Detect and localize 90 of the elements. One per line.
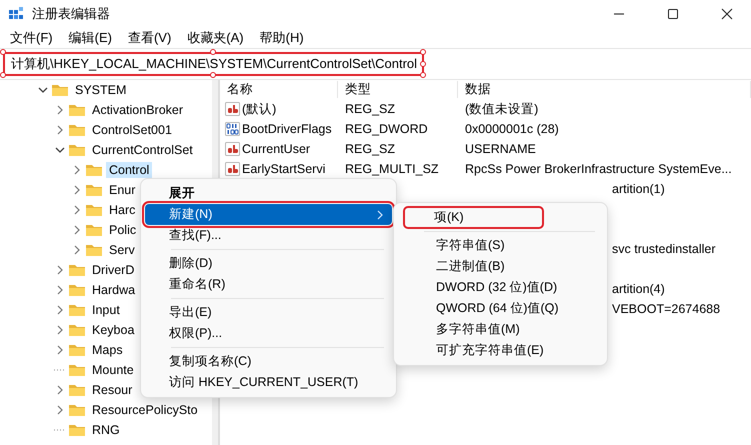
menu-item[interactable]: 帮助(H)	[252, 29, 312, 47]
folder-icon	[85, 183, 103, 197]
menu-item[interactable]: 删除(D)	[145, 253, 392, 274]
app-icon	[8, 6, 24, 22]
tree-item[interactable]: Serv	[106, 242, 138, 258]
folder-icon	[68, 263, 86, 277]
folder-icon	[68, 303, 86, 317]
tree-item[interactable]: Keyboa	[89, 322, 138, 338]
tree-item[interactable]: ControlSet001	[89, 122, 175, 138]
folder-icon	[68, 403, 86, 417]
menu-item[interactable]: 字符串值(S)	[398, 235, 603, 256]
tree-item[interactable]: Resour	[89, 382, 136, 398]
value-data: RpcSs Power BrokerInfrastructure SystemEve...	[464, 162, 733, 176]
value-data: (数值未设置)	[464, 100, 540, 118]
folder-icon	[68, 363, 86, 377]
address-bar[interactable]: 计算机\HKEY_LOCAL_MACHINE\SYSTEM\CurrentControlSet\Control	[0, 48, 751, 80]
menu-item[interactable]: DWORD (32 位)值(D)	[398, 277, 603, 298]
menu-item[interactable]: 项(K)	[404, 207, 543, 228]
folder-icon	[85, 203, 103, 217]
folder-icon	[85, 243, 103, 257]
tree-item[interactable]: Maps	[89, 342, 126, 358]
tree-item[interactable]: Mounte	[89, 362, 137, 378]
folder-icon	[68, 423, 86, 437]
folder-icon	[68, 143, 86, 157]
tree-item[interactable]: Harc	[106, 202, 138, 218]
value-name[interactable]: EarlyStartServi	[242, 162, 326, 176]
string-value-icon	[225, 102, 240, 116]
tree-item[interactable]: Enur	[106, 182, 138, 198]
folder-icon	[68, 103, 86, 117]
folder-icon	[68, 283, 86, 297]
tree-item[interactable]: Polic	[106, 222, 140, 238]
value-data: artition(1)	[612, 182, 665, 196]
tree-item[interactable]: Input	[89, 302, 123, 318]
menu-item[interactable]: 编辑(E)	[60, 29, 120, 47]
value-name[interactable]: BootDriverFlags	[242, 122, 332, 136]
tree-item[interactable]: ResourcePolicySto	[89, 402, 201, 418]
binary-value-icon	[225, 122, 240, 136]
tree-item[interactable]: SYSTEM	[72, 82, 130, 98]
value-type: REG_MULTI_SZ	[344, 162, 440, 176]
value-name[interactable]: (默认)	[242, 100, 276, 118]
tree-item[interactable]: Control	[106, 162, 152, 178]
folder-icon	[68, 123, 86, 137]
column-header[interactable]: 类型	[338, 81, 458, 98]
value-data: artition(4)	[612, 282, 665, 296]
folder-icon	[68, 383, 86, 397]
tree-item[interactable]: RNG	[89, 422, 123, 438]
value-type: REG_DWORD	[344, 122, 429, 136]
menu-item[interactable]: 二进制值(B)	[398, 256, 603, 277]
value-type: REG_SZ	[344, 142, 396, 156]
selection-handle[interactable]	[210, 72, 216, 78]
string-value-icon	[225, 162, 240, 176]
menu-item[interactable]: 收藏夹(A)	[179, 29, 252, 47]
folder-icon	[51, 83, 69, 97]
selection-handle[interactable]	[210, 49, 216, 55]
maximize-icon[interactable]	[667, 8, 679, 20]
menu-item[interactable]: 查找(F)...	[145, 225, 392, 246]
folder-icon	[85, 163, 103, 177]
value-data: USERNAME	[464, 142, 537, 156]
menu-item[interactable]: 多字符串值(M)	[398, 319, 603, 340]
tree-item[interactable]: DriverD	[89, 262, 138, 278]
menu-item[interactable]: 复制项名称(C)	[145, 351, 392, 372]
tree-item[interactable]: ActivationBroker	[89, 102, 186, 118]
close-icon[interactable]	[721, 8, 733, 20]
tree-item[interactable]: Hardwa	[89, 282, 138, 298]
menu-item[interactable]: 新建(N)	[145, 204, 392, 225]
value-data: VEBOOT=2674688	[612, 302, 720, 316]
address-path: 计算机\HKEY_LOCAL_MACHINE\SYSTEM\CurrentControlSet\Control	[11, 57, 418, 71]
menu-item[interactable]: 展开	[145, 183, 392, 204]
folder-icon	[68, 323, 86, 337]
window-title: 注册表编辑器	[32, 5, 110, 23]
menu-item[interactable]: 访问 HKEY_CURRENT_USER(T)	[145, 372, 392, 393]
menu-item[interactable]: 文件(F)	[2, 29, 61, 47]
selection-handle[interactable]	[0, 49, 6, 55]
folder-icon	[85, 223, 103, 237]
string-value-icon	[225, 142, 240, 156]
menu-item[interactable]: 重命名(R)	[145, 274, 392, 295]
value-name[interactable]: CurrentUser	[242, 142, 310, 156]
menu-item[interactable]: 导出(E)	[145, 302, 392, 323]
column-header[interactable]: 名称	[220, 81, 338, 98]
selection-handle[interactable]	[0, 72, 6, 78]
menu-item[interactable]: QWORD (64 位)值(Q)	[398, 298, 603, 319]
column-header[interactable]: 数据	[458, 81, 751, 98]
value-data: 0x0000001c (28)	[464, 122, 560, 136]
menu-item[interactable]: 可扩充字符串值(E)	[398, 340, 603, 361]
tree-item[interactable]: CurrentControlSet	[89, 142, 196, 158]
value-type: REG_SZ	[344, 102, 396, 116]
menu-item[interactable]: 查看(V)	[120, 29, 180, 47]
value-data: svc trustedinstaller	[612, 242, 716, 256]
folder-icon	[68, 343, 86, 357]
menu-item[interactable]: 权限(P)...	[145, 323, 392, 344]
